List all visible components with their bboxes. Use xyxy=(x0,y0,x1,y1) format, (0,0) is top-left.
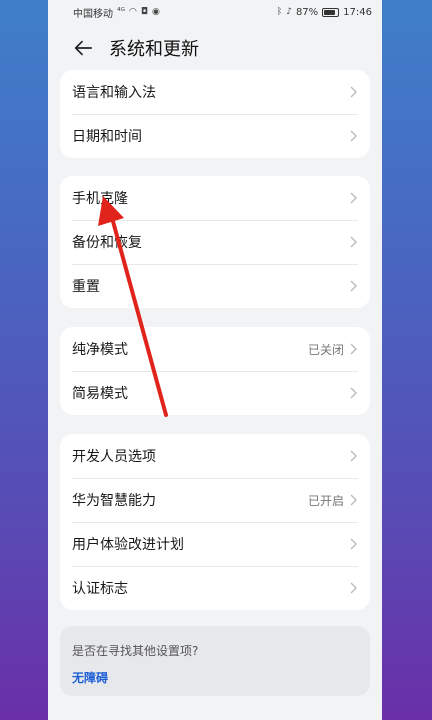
chevron-right-icon xyxy=(350,192,357,204)
clock: 17:46 xyxy=(343,6,372,18)
row-user-experience[interactable]: 用户体验改进计划 xyxy=(60,522,370,566)
row-label: 用户体验改进计划 xyxy=(72,537,184,553)
settings-group-3: 纯净模式 已关闭 简易模式 xyxy=(60,327,370,415)
row-backup-restore[interactable]: 备份和恢复 xyxy=(60,220,370,264)
row-label: 备份和恢复 xyxy=(72,235,142,251)
app-notification-icon: ◉ xyxy=(151,7,160,17)
chevron-right-icon xyxy=(350,450,357,462)
carrier-label: 中国移动 xyxy=(73,8,113,20)
row-label: 语言和输入法 xyxy=(72,85,156,101)
row-label: 纯净模式 xyxy=(72,342,128,358)
chevron-right-icon xyxy=(350,343,357,355)
row-label: 华为智慧能力 xyxy=(72,493,156,509)
status-value: 已关闭 xyxy=(307,342,344,357)
chevron-right-icon xyxy=(350,494,357,506)
chevron-right-icon xyxy=(350,582,357,594)
chevron-right-icon xyxy=(350,538,357,550)
row-certification[interactable]: 认证标志 xyxy=(60,566,370,610)
row-developer-options[interactable]: 开发人员选项 xyxy=(60,434,370,478)
header: 系统和更新 xyxy=(48,24,382,72)
row-label: 手机克隆 xyxy=(72,191,128,207)
settings-group-1: 语言和输入法 日期和时间 xyxy=(60,70,370,158)
status-value: 已开启 xyxy=(307,493,344,508)
settings-group-2: 手机克隆 备份和恢复 重置 xyxy=(60,176,370,308)
row-phone-clone[interactable]: 手机克隆 xyxy=(60,176,370,220)
row-simple-mode[interactable]: 简易模式 xyxy=(60,371,370,415)
row-label: 开发人员选项 xyxy=(72,449,156,465)
suggestion-text: 是否在寻找其他设置项? xyxy=(72,644,199,658)
suggestion-card: 是否在寻找其他设置项? 无障碍 xyxy=(60,626,370,696)
notification-icon: ◘ xyxy=(140,7,148,17)
settings-group-4: 开发人员选项 华为智慧能力 已开启 用户体验改进计划 认证标志 xyxy=(60,434,370,610)
chevron-right-icon xyxy=(350,280,357,292)
chevron-right-icon xyxy=(350,86,357,98)
row-label: 简易模式 xyxy=(72,386,128,402)
battery-icon xyxy=(322,7,340,17)
mute-bell-icon: ♪ xyxy=(286,7,292,17)
chevron-right-icon xyxy=(350,236,357,248)
row-huawei-smart[interactable]: 华为智慧能力 已开启 xyxy=(60,478,370,522)
row-language-input[interactable]: 语言和输入法 xyxy=(60,70,370,114)
battery-percent: 87% xyxy=(295,6,319,18)
back-arrow-icon[interactable] xyxy=(72,37,94,59)
row-label: 日期和时间 xyxy=(72,129,142,145)
chevron-right-icon xyxy=(350,387,357,399)
accessibility-link[interactable]: 无障碍 xyxy=(72,669,358,686)
page-title: 系统和更新 xyxy=(109,39,199,60)
row-label: 认证标志 xyxy=(72,581,128,597)
row-reset[interactable]: 重置 xyxy=(60,264,370,308)
row-pure-mode[interactable]: 纯净模式 已关闭 xyxy=(60,327,370,371)
signal-icon: ⁴ᴳ xyxy=(117,7,125,17)
phone-screen: 中国移动 ⁴ᴳ ◠ ◘ ◉ ᛒ ♪ 87% 17:46 系统和更新 语言和输入法… xyxy=(48,0,382,720)
chevron-right-icon xyxy=(350,130,357,142)
row-date-time[interactable]: 日期和时间 xyxy=(60,114,370,158)
wifi-icon: ◠ xyxy=(129,7,137,17)
bluetooth-icon: ᛒ xyxy=(276,7,283,17)
status-bar: 中国移动 ⁴ᴳ ◠ ◘ ◉ ᛒ ♪ 87% 17:46 xyxy=(48,0,382,24)
row-label: 重置 xyxy=(72,279,100,295)
